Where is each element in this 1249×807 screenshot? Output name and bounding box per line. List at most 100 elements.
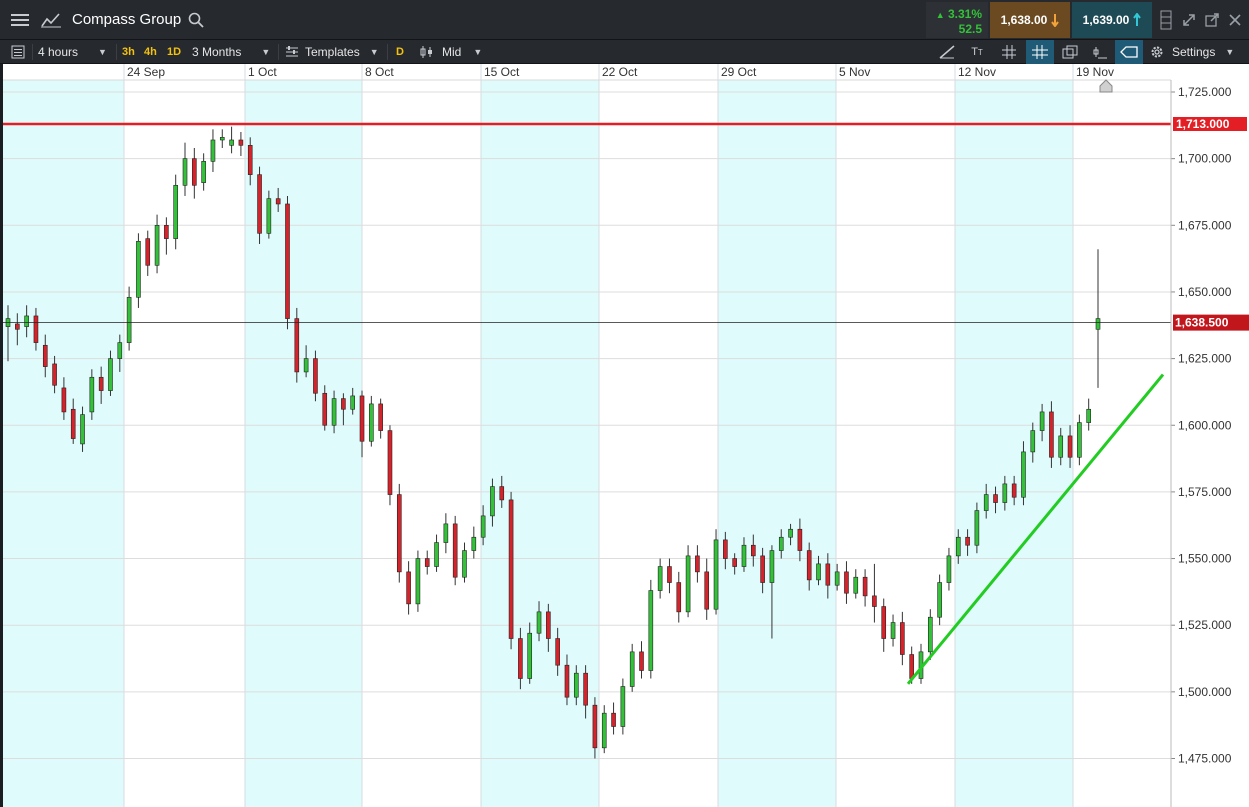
candle-body bbox=[61, 387, 67, 413]
settings-button[interactable]: Settings ▼ bbox=[1150, 40, 1234, 64]
candle-body bbox=[881, 606, 887, 639]
candle-body bbox=[946, 555, 952, 583]
expand-button[interactable] bbox=[1177, 0, 1200, 40]
latest-marker-icon[interactable] bbox=[1099, 79, 1113, 93]
candle bbox=[639, 641, 644, 679]
candle-body bbox=[648, 590, 654, 671]
buy-button[interactable]: 1,639.00 bbox=[1072, 2, 1152, 38]
templates-dropdown[interactable]: Templates ▼ bbox=[285, 40, 379, 64]
preset-4h[interactable]: 4h bbox=[144, 40, 157, 64]
candle-body bbox=[359, 395, 365, 442]
candle-body bbox=[42, 344, 48, 367]
day-mode-button[interactable]: D bbox=[396, 40, 404, 64]
resistance-tag-label: 1,713.000 bbox=[1176, 117, 1230, 131]
candle bbox=[424, 550, 430, 575]
candle-body bbox=[713, 539, 719, 610]
templates-icon bbox=[286, 46, 298, 57]
list-button[interactable] bbox=[8, 40, 28, 64]
candle-body bbox=[70, 408, 76, 439]
candle-body bbox=[24, 315, 29, 327]
draw-icon bbox=[939, 45, 955, 59]
week-shade bbox=[481, 80, 599, 807]
price-chart[interactable]: 24 Sep 1 Oct 8 Oct 15 Oct 22 Oct 29 Oct 5 Nov 1… bbox=[3, 64, 1249, 807]
candle-body bbox=[1021, 451, 1026, 498]
sell-button[interactable]: 1,638.00 bbox=[990, 2, 1070, 38]
current-price-tag-label: 1,638.500 bbox=[1175, 316, 1229, 330]
candle-body bbox=[369, 403, 374, 442]
candle-body bbox=[546, 611, 551, 639]
candle-body bbox=[760, 555, 765, 583]
candle bbox=[210, 129, 216, 172]
candle-body bbox=[928, 616, 933, 653]
candle-body bbox=[117, 342, 123, 359]
candle bbox=[136, 233, 141, 308]
instrument-name[interactable]: Compass Group bbox=[72, 11, 181, 28]
candle-body bbox=[769, 550, 775, 583]
interval-dropdown[interactable]: 4 hours ▼ bbox=[38, 40, 107, 64]
candle-body bbox=[396, 494, 402, 573]
week-shade bbox=[245, 80, 362, 807]
candle-body bbox=[415, 558, 421, 605]
candle-body bbox=[154, 225, 160, 266]
price-tag-button[interactable] bbox=[1115, 40, 1143, 64]
candle-body bbox=[704, 571, 710, 610]
candle-body bbox=[816, 563, 821, 581]
candle-body bbox=[238, 139, 244, 146]
candle-body bbox=[341, 398, 346, 410]
dock-button[interactable] bbox=[1154, 0, 1177, 40]
y-tick-label: 1,525.000 bbox=[1178, 618, 1232, 632]
candle-body bbox=[909, 654, 914, 679]
settings-label: Settings bbox=[1172, 45, 1216, 59]
candle-body bbox=[1058, 435, 1064, 458]
crosshair-button[interactable] bbox=[1026, 40, 1054, 64]
x-tick-label: 29 Oct bbox=[721, 65, 757, 79]
candle-body bbox=[750, 544, 756, 557]
close-button[interactable] bbox=[1223, 0, 1246, 40]
expand-icon bbox=[1182, 14, 1195, 26]
candle bbox=[928, 609, 933, 660]
preset-3h[interactable]: 3h bbox=[122, 40, 135, 64]
candle bbox=[890, 614, 896, 647]
chart-canvas[interactable]: 24 Sep 1 Oct 8 Oct 15 Oct 22 Oct 29 Oct 5 Nov 1… bbox=[3, 64, 1249, 807]
chart-type-button[interactable] bbox=[38, 0, 64, 40]
draw-button[interactable] bbox=[936, 40, 958, 64]
range-value: 3 Months bbox=[192, 45, 242, 59]
candle bbox=[415, 550, 421, 612]
indicator-icon bbox=[1093, 47, 1107, 59]
candle-body bbox=[192, 158, 197, 186]
candle-body bbox=[732, 558, 737, 567]
range-dropdown[interactable]: 3 Months ▼ bbox=[192, 40, 270, 64]
candle-body bbox=[853, 576, 859, 594]
chevron-down-icon: ▼ bbox=[473, 47, 483, 57]
candle-body bbox=[723, 539, 728, 559]
chevron-down-icon: ▼ bbox=[261, 47, 271, 57]
candle bbox=[657, 558, 663, 599]
crosshair-icon bbox=[1032, 45, 1048, 59]
popout-button[interactable] bbox=[1200, 0, 1223, 40]
candle bbox=[611, 702, 616, 735]
candle-body bbox=[434, 542, 439, 567]
price-type-dropdown[interactable]: Mid ▼ bbox=[420, 40, 482, 64]
text-button[interactable]: TT bbox=[966, 40, 988, 64]
candle-body bbox=[350, 395, 356, 410]
candle-body bbox=[1049, 411, 1054, 458]
chevron-down-icon: ▼ bbox=[369, 47, 379, 57]
candle bbox=[862, 569, 868, 607]
candle-body bbox=[825, 563, 831, 586]
candle bbox=[173, 174, 178, 250]
popout-icon bbox=[1204, 13, 1219, 27]
price-type-label: Mid bbox=[442, 45, 462, 59]
search-button[interactable] bbox=[186, 0, 206, 40]
layers-button[interactable] bbox=[1059, 40, 1081, 64]
indicator-button[interactable] bbox=[1089, 40, 1111, 64]
candle-body bbox=[229, 139, 234, 146]
grid-button[interactable] bbox=[998, 40, 1020, 64]
menu-button[interactable] bbox=[6, 0, 34, 40]
gear-icon bbox=[1151, 46, 1163, 58]
candle bbox=[629, 643, 635, 692]
preset-1d[interactable]: 1D bbox=[167, 40, 181, 64]
candle bbox=[713, 529, 719, 615]
window-controls bbox=[1154, 0, 1246, 40]
candle-body bbox=[695, 555, 700, 573]
candle-body bbox=[80, 414, 85, 445]
